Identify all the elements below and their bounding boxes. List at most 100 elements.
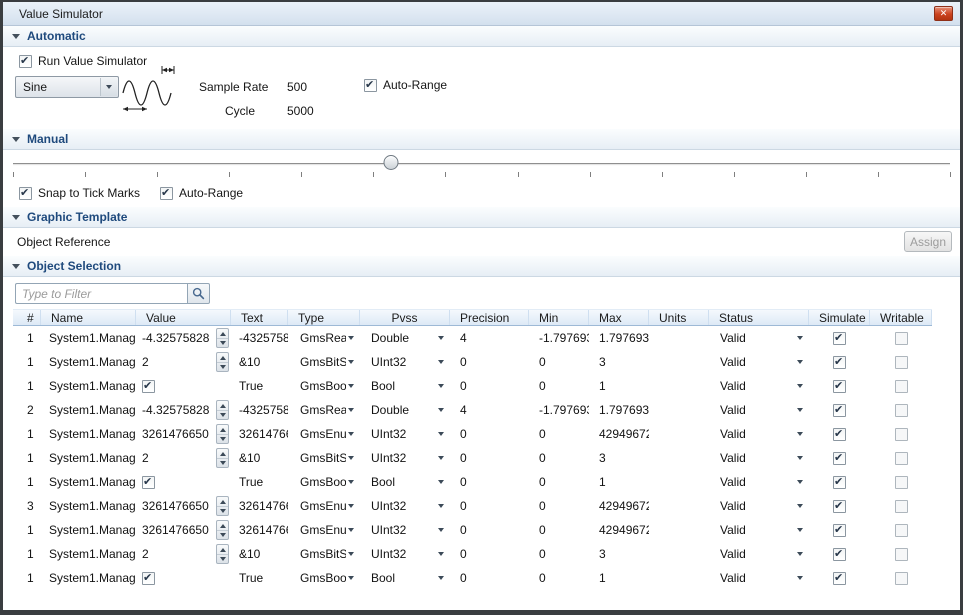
value-text[interactable]: -4.32575828 bbox=[142, 331, 216, 345]
close-button[interactable]: ✕ bbox=[934, 6, 953, 21]
table-row[interactable]: 1System1.Managen2&10GmsBitStriUInt32003V… bbox=[13, 446, 932, 470]
spinner-down-icon[interactable] bbox=[217, 362, 228, 372]
row-pvss-select[interactable]: UInt32 bbox=[360, 422, 450, 446]
row-status-select[interactable]: Valid bbox=[709, 494, 809, 518]
table-row[interactable]: 2System1.Managen-4.32575828-43257582GmsR… bbox=[13, 398, 932, 422]
filter-input[interactable] bbox=[15, 283, 187, 304]
value-spinner[interactable] bbox=[216, 520, 229, 540]
spinner-up-icon[interactable] bbox=[217, 401, 228, 410]
column-header-status[interactable]: Status bbox=[709, 310, 809, 325]
simulate-checkbox[interactable] bbox=[833, 332, 846, 345]
auto-range-checkbox-automatic[interactable] bbox=[364, 79, 377, 92]
row-pvss-select[interactable]: Double bbox=[360, 398, 450, 422]
row-pvss-select[interactable]: Bool bbox=[360, 374, 450, 398]
value-text[interactable]: 3261476650 bbox=[142, 523, 216, 537]
column-header-max[interactable]: Max bbox=[589, 310, 649, 325]
row-status-select[interactable]: Valid bbox=[709, 326, 809, 350]
row-pvss-select[interactable]: UInt32 bbox=[360, 350, 450, 374]
row-status-select[interactable]: Valid bbox=[709, 422, 809, 446]
table-row[interactable]: 1System1.ManagenTrueGmsBoolBool001Valid bbox=[13, 566, 932, 590]
row-pvss-select[interactable]: UInt32 bbox=[360, 542, 450, 566]
row-status-select[interactable]: Valid bbox=[709, 542, 809, 566]
column-header-simulate[interactable]: Simulate bbox=[809, 310, 870, 325]
row-status-select[interactable]: Valid bbox=[709, 446, 809, 470]
snap-checkbox[interactable] bbox=[19, 187, 32, 200]
row-pvss-select[interactable]: Double bbox=[360, 326, 450, 350]
column-header-text[interactable]: Text bbox=[231, 310, 288, 325]
slider-track[interactable] bbox=[13, 163, 950, 166]
row-type-select[interactable]: GmsBitStri bbox=[288, 446, 360, 470]
value-checkbox[interactable] bbox=[142, 476, 155, 489]
column-header-precision[interactable]: Precision bbox=[450, 310, 529, 325]
row-type-select[interactable]: GmsBool bbox=[288, 470, 360, 494]
slider-thumb[interactable] bbox=[383, 155, 398, 170]
table-row[interactable]: 1System1.Managen3261476650326147665GmsEn… bbox=[13, 518, 932, 542]
simulate-checkbox[interactable] bbox=[833, 476, 846, 489]
row-type-select[interactable]: GmsBitStri bbox=[288, 542, 360, 566]
spinner-up-icon[interactable] bbox=[217, 545, 228, 554]
spinner-up-icon[interactable] bbox=[217, 497, 228, 506]
search-button[interactable] bbox=[187, 283, 210, 304]
value-spinner[interactable] bbox=[216, 544, 229, 564]
row-pvss-select[interactable]: UInt32 bbox=[360, 518, 450, 542]
spinner-up-icon[interactable] bbox=[217, 329, 228, 338]
simulate-checkbox[interactable] bbox=[833, 500, 846, 513]
spinner-down-icon[interactable] bbox=[217, 458, 228, 468]
value-text[interactable]: 2 bbox=[142, 547, 216, 561]
column-header-value[interactable]: Value bbox=[136, 310, 231, 325]
simulate-checkbox[interactable] bbox=[833, 524, 846, 537]
column-header-units[interactable]: Units bbox=[649, 310, 709, 325]
spinner-up-icon[interactable] bbox=[217, 449, 228, 458]
column-header-name[interactable]: Name bbox=[41, 310, 136, 325]
section-header-object-selection[interactable]: Object Selection bbox=[3, 256, 960, 277]
value-spinner[interactable] bbox=[216, 352, 229, 372]
titlebar[interactable]: Value Simulator ✕ bbox=[3, 2, 960, 26]
value-spinner[interactable] bbox=[216, 496, 229, 516]
value-spinner[interactable] bbox=[216, 424, 229, 444]
row-pvss-select[interactable]: Bool bbox=[360, 470, 450, 494]
spinner-up-icon[interactable] bbox=[217, 425, 228, 434]
writable-checkbox[interactable] bbox=[895, 476, 908, 489]
value-text[interactable]: 3261476650 bbox=[142, 499, 216, 513]
spinner-down-icon[interactable] bbox=[217, 338, 228, 348]
row-status-select[interactable]: Valid bbox=[709, 350, 809, 374]
simulate-checkbox[interactable] bbox=[833, 356, 846, 369]
combo-dropdown-button[interactable] bbox=[100, 78, 117, 96]
section-header-graphic-template[interactable]: Graphic Template bbox=[3, 207, 960, 228]
row-type-select[interactable]: GmsReal bbox=[288, 326, 360, 350]
row-status-select[interactable]: Valid bbox=[709, 470, 809, 494]
row-type-select[interactable]: GmsBool bbox=[288, 566, 360, 590]
spinner-down-icon[interactable] bbox=[217, 434, 228, 444]
row-pvss-select[interactable]: UInt32 bbox=[360, 446, 450, 470]
table-row[interactable]: 3System1.Managen3261476650326147665GmsEn… bbox=[13, 494, 932, 518]
table-row[interactable]: 1System1.Managen3261476650326147665GmsEn… bbox=[13, 422, 932, 446]
manual-slider[interactable] bbox=[13, 152, 950, 180]
writable-checkbox[interactable] bbox=[895, 380, 908, 393]
spinner-down-icon[interactable] bbox=[217, 506, 228, 516]
value-text[interactable]: 2 bbox=[142, 355, 216, 369]
writable-checkbox[interactable] bbox=[895, 404, 908, 417]
row-type-select[interactable]: GmsBitStri bbox=[288, 350, 360, 374]
run-simulator-checkbox[interactable] bbox=[19, 55, 32, 68]
column-header-min[interactable]: Min bbox=[529, 310, 589, 325]
assign-button[interactable]: Assign bbox=[904, 231, 952, 252]
section-header-automatic[interactable]: Automatic bbox=[3, 26, 960, 47]
table-row[interactable]: 1System1.ManagenTrueGmsBoolBool001Valid bbox=[13, 374, 932, 398]
spinner-down-icon[interactable] bbox=[217, 554, 228, 564]
value-checkbox[interactable] bbox=[142, 572, 155, 585]
simulate-checkbox[interactable] bbox=[833, 572, 846, 585]
row-pvss-select[interactable]: UInt32 bbox=[360, 494, 450, 518]
writable-checkbox[interactable] bbox=[895, 572, 908, 585]
row-type-select[interactable]: GmsReal bbox=[288, 398, 360, 422]
simulate-checkbox[interactable] bbox=[833, 380, 846, 393]
waveform-select[interactable]: Sine bbox=[15, 76, 119, 98]
value-spinner[interactable] bbox=[216, 400, 229, 420]
value-checkbox[interactable] bbox=[142, 380, 155, 393]
simulate-checkbox[interactable] bbox=[833, 452, 846, 465]
simulate-checkbox[interactable] bbox=[833, 428, 846, 441]
column-header-pvss[interactable]: Pvss bbox=[360, 310, 450, 325]
table-row[interactable]: 1System1.ManagenTrueGmsBoolBool001Valid bbox=[13, 470, 932, 494]
writable-checkbox[interactable] bbox=[895, 452, 908, 465]
writable-checkbox[interactable] bbox=[895, 524, 908, 537]
value-text[interactable]: 3261476650 bbox=[142, 427, 216, 441]
